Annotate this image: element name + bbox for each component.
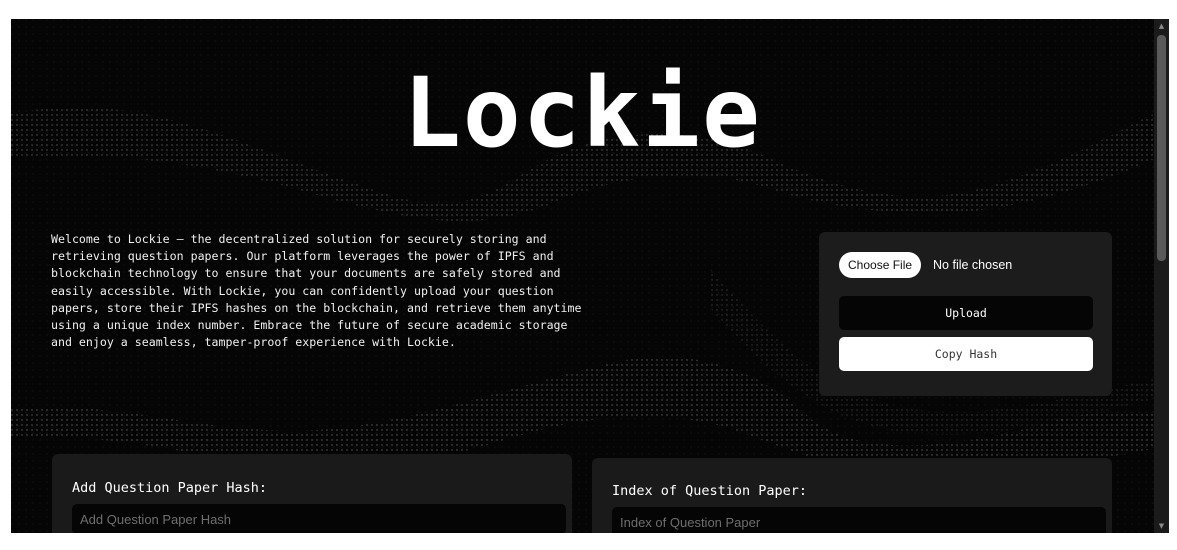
index-panel: Index of Question Paper: bbox=[592, 458, 1112, 533]
add-hash-label: Add Question Paper Hash: bbox=[72, 480, 268, 496]
add-hash-panel: Add Question Paper Hash: bbox=[52, 454, 572, 533]
index-input[interactable] bbox=[612, 507, 1106, 533]
file-input-row: Choose File No file chosen bbox=[839, 252, 1012, 278]
vertical-scrollbar[interactable]: ▲ ▼ bbox=[1154, 19, 1169, 533]
scroll-down-icon[interactable]: ▼ bbox=[1154, 519, 1169, 533]
page-title: Lockie bbox=[403, 57, 762, 169]
file-status-text: No file chosen bbox=[933, 258, 1013, 272]
choose-file-button[interactable]: Choose File bbox=[839, 252, 922, 278]
intro-paragraph: Welcome to Lockie – the decentralized so… bbox=[51, 232, 582, 350]
page-viewport: Lockie Welcome to Lockie – the decentral… bbox=[11, 19, 1154, 533]
upload-button[interactable]: Upload bbox=[839, 296, 1093, 330]
index-label: Index of Question Paper: bbox=[612, 483, 808, 499]
copy-hash-button[interactable]: Copy Hash bbox=[839, 337, 1093, 371]
scroll-up-icon[interactable]: ▲ bbox=[1154, 19, 1169, 33]
add-hash-input[interactable] bbox=[72, 504, 566, 533]
scrollbar-thumb[interactable] bbox=[1157, 35, 1166, 261]
upload-card: Choose File No file chosen Upload Copy H… bbox=[819, 232, 1112, 396]
